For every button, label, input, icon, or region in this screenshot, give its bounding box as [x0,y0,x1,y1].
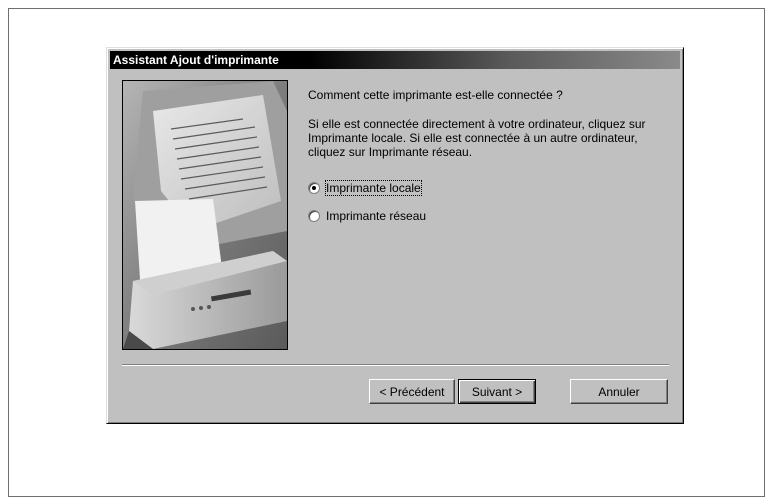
add-printer-wizard-dialog: Assistant Ajout d'imprimante Comment cet… [106,47,684,424]
radio-network-printer[interactable]: Imprimante réseau [308,208,426,224]
description-text: Si elle est connectée directement à votr… [308,117,646,159]
separator [122,364,669,366]
radio-label-network[interactable]: Imprimante réseau [326,209,426,223]
question-text: Comment cette imprimante est-elle connec… [308,88,563,102]
dialog-title: Assistant Ajout d'imprimante [110,51,680,69]
cancel-button[interactable]: Annuler [570,379,668,404]
radio-button-icon[interactable] [308,210,320,222]
radio-label-local[interactable]: Imprimante locale [325,180,422,196]
radio-local-printer[interactable]: Imprimante locale [308,180,422,196]
back-button[interactable]: < Précédent [369,379,455,404]
printer-illustration-icon [122,80,288,350]
radio-button-checked-icon[interactable] [308,182,320,194]
next-button[interactable]: Suivant > [458,379,536,404]
